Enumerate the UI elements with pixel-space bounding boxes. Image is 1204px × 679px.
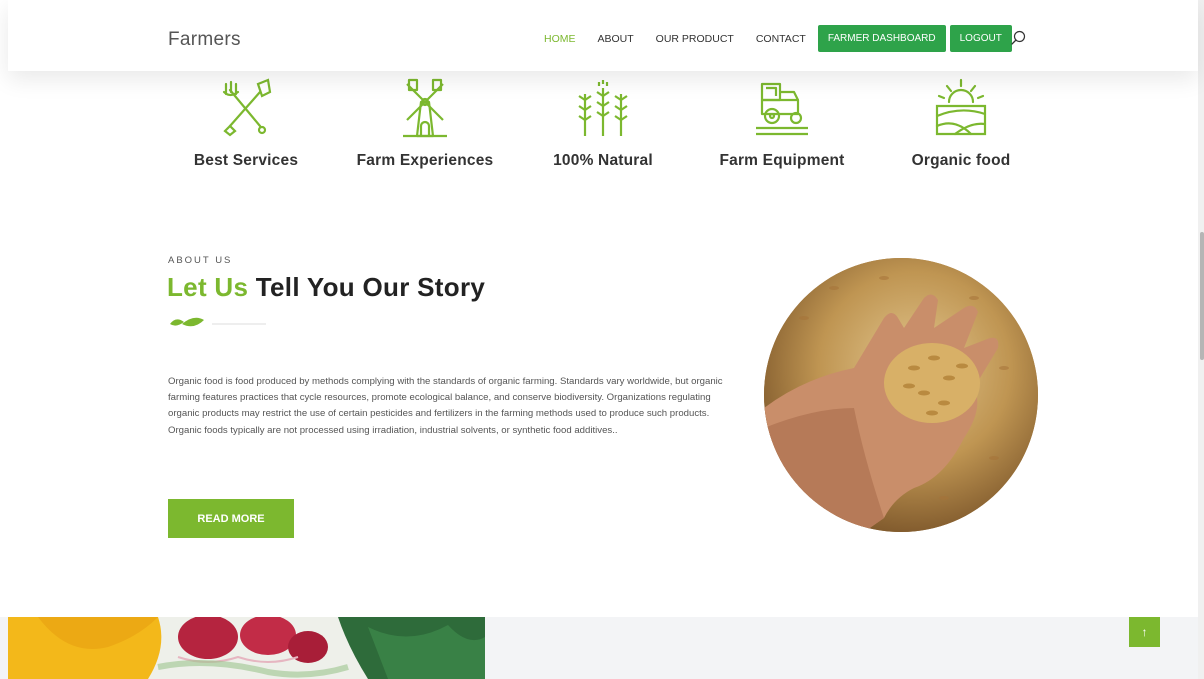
- vegetables-image: [8, 617, 485, 679]
- grain-hand-photo: [764, 258, 1038, 532]
- feature-label: 100% Natural: [553, 152, 653, 169]
- hand-with-grain-image: [764, 258, 1038, 532]
- leaf-divider-icon: [170, 317, 266, 327]
- scrollbar-thumb[interactable]: [1200, 232, 1204, 360]
- read-more-button[interactable]: READ MORE: [168, 499, 294, 538]
- page-scrollbar[interactable]: [1198, 0, 1204, 679]
- section-eyebrow: ABOUT US: [168, 255, 233, 266]
- feature-organic-food: Organic food: [876, 76, 1046, 170]
- feature-label: Organic food: [911, 152, 1011, 169]
- scroll-to-top-button[interactable]: ↑: [1129, 617, 1160, 647]
- page: Farmers HOME ABOUT OUR PRODUCT CONTACT F…: [0, 0, 1204, 679]
- nav-our-product[interactable]: OUR PRODUCT: [656, 33, 734, 45]
- features-row: Best Services Farm Experiences 100% Natu…: [0, 76, 1204, 186]
- feature-100-natural: 100% Natural: [518, 76, 688, 170]
- brand-logo[interactable]: Farmers: [168, 29, 241, 51]
- vegetables-illustration: [8, 617, 485, 679]
- about-body: Organic food is food produced by methods…: [168, 376, 723, 436]
- heading-accent: Let Us: [167, 272, 249, 302]
- feature-best-services: Best Services: [161, 76, 331, 170]
- feature-farm-experiences: Farm Experiences: [340, 76, 510, 170]
- feature-farm-equipment: Farm Equipment: [697, 76, 867, 170]
- search-icon[interactable]: [1010, 30, 1026, 46]
- nav-about[interactable]: ABOUT: [598, 33, 634, 45]
- section-heading: Let Us Tell You Our Story: [167, 272, 485, 303]
- heading-rest: Tell You Our Story: [255, 272, 486, 302]
- feature-label: Farm Experiences: [356, 152, 494, 169]
- nav-contact[interactable]: CONTACT: [756, 33, 806, 45]
- site-header: Farmers HOME ABOUT OUR PRODUCT CONTACT F…: [8, 0, 1198, 71]
- farmer-dashboard-button[interactable]: FARMER DASHBOARD: [817, 25, 946, 52]
- feature-label: Best Services: [193, 152, 299, 169]
- tractor-icon: [756, 82, 808, 136]
- sunrise-field-icon: [935, 78, 987, 136]
- logout-button[interactable]: LOGOUT: [949, 25, 1012, 52]
- windmill-icon: [403, 78, 447, 138]
- feature-label: Farm Equipment: [719, 152, 845, 169]
- tools-icon: [222, 78, 272, 137]
- wheat-icon: [578, 80, 628, 136]
- nav-home[interactable]: HOME: [544, 33, 576, 45]
- main-nav: HOME ABOUT OUR PRODUCT CONTACT FARMER DA…: [544, 25, 1016, 52]
